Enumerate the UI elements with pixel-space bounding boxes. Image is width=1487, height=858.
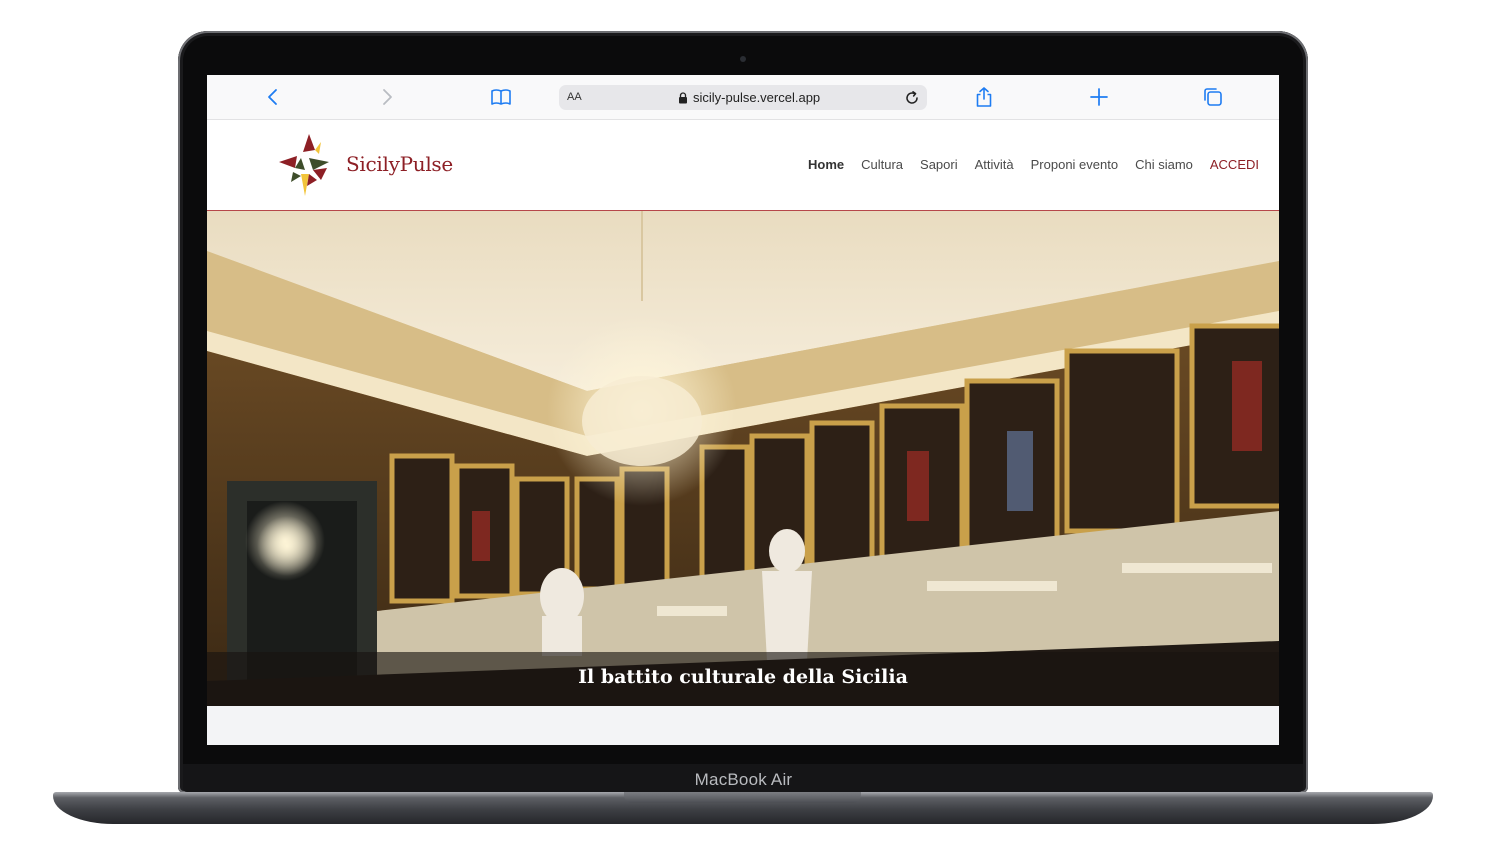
- device-label: MacBook Air: [694, 770, 793, 789]
- new-tab-icon[interactable]: [1088, 86, 1110, 108]
- hero-caption: Il battito culturale della Sicilia: [578, 666, 908, 688]
- brand-name[interactable]: SicilyPulse: [346, 152, 453, 176]
- back-icon[interactable]: [262, 86, 284, 108]
- lock-icon: [679, 92, 687, 104]
- nav-home[interactable]: Home: [808, 157, 844, 172]
- nav-attivita[interactable]: Attività: [975, 157, 1014, 172]
- hero-banner: Il battito culturale della Sicilia: [207, 211, 1279, 706]
- sicilypulse-logo-icon[interactable]: [279, 134, 329, 196]
- nav-sapori[interactable]: Sapori: [920, 157, 958, 172]
- bookmarks-icon[interactable]: [490, 86, 512, 108]
- url-text: sicily-pulse.vercel.app: [693, 90, 821, 105]
- reload-icon[interactable]: [904, 90, 920, 106]
- address-bar[interactable]: AA sicily-pulse.vercel.app: [559, 85, 927, 110]
- hero-image: [207, 211, 1279, 706]
- main-nav: Home Cultura Sapori Attività Proponi eve…: [808, 157, 1259, 172]
- base-notch: [624, 792, 861, 803]
- site-header: SicilyPulse Home Cultura Sapori Attività…: [207, 120, 1279, 211]
- webcam: [740, 56, 746, 62]
- share-icon[interactable]: [973, 86, 995, 108]
- browser-toolbar: AA sicily-pulse.vercel.app: [207, 75, 1279, 120]
- screen: AA sicily-pulse.vercel.app SicilyPulse H…: [207, 75, 1279, 745]
- nav-proponi-evento[interactable]: Proponi evento: [1031, 157, 1118, 172]
- forward-icon[interactable]: [376, 86, 398, 108]
- tabs-icon[interactable]: [1202, 86, 1224, 108]
- nav-chi-siamo[interactable]: Chi siamo: [1135, 157, 1193, 172]
- text-size-button[interactable]: AA: [567, 91, 582, 103]
- nav-cultura[interactable]: Cultura: [861, 157, 903, 172]
- nav-accedi[interactable]: ACCEDI: [1210, 157, 1259, 172]
